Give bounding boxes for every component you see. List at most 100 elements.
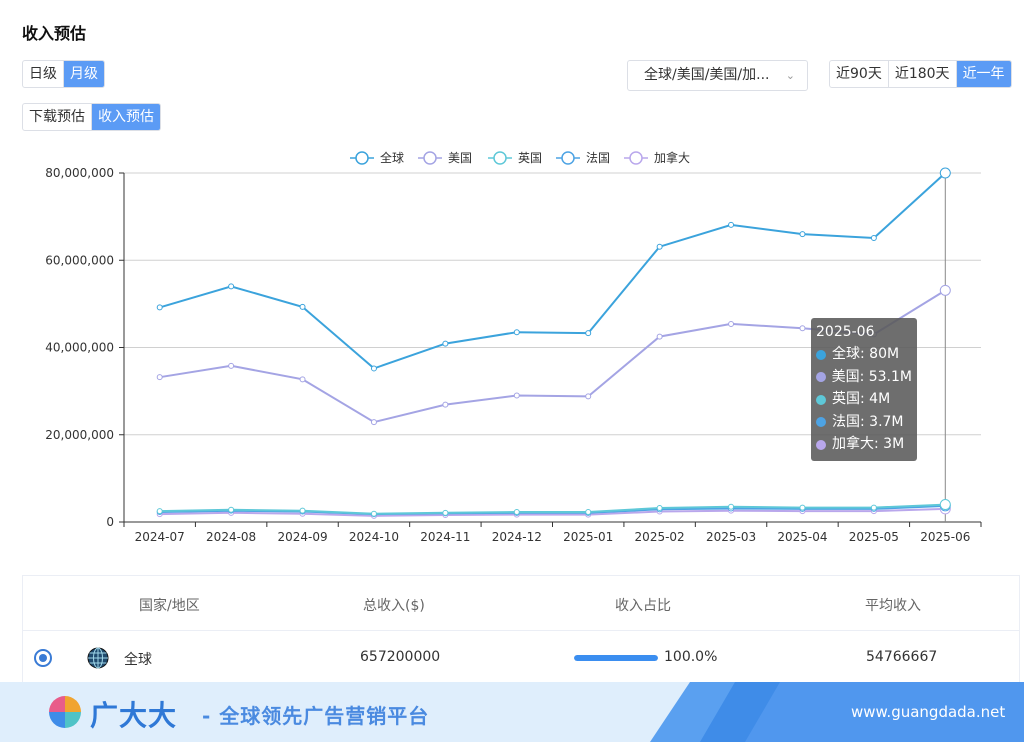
tooltip-row: 法国: 3.7M [816,414,912,431]
region-select-value: 全球/美国/美国/加... [644,67,770,83]
row-revenue-share: 100.0% [664,649,718,665]
y-tick-label: 40,000,000 [45,341,114,355]
data-point [442,509,449,516]
range-90d-button[interactable]: 近90天 [830,61,889,87]
y-tick-label: 80,000,000 [45,166,114,180]
data-point [370,365,377,372]
data-point [299,303,306,310]
data-point [799,325,806,332]
brand-slogan: - 全球领先广告营销平台 [202,704,430,728]
data-point [870,235,877,242]
x-tick-label: 2024-11 [420,530,470,544]
data-point [513,392,520,399]
tooltip-row-label: 全球: 80M [832,346,900,362]
legend-label: 美国 [448,151,472,165]
x-tick-label: 2025-03 [706,530,756,544]
data-point [299,376,306,383]
data-point [228,283,235,290]
tooltip-row-label: 加拿大: 3M [832,436,905,452]
granularity-daily-button[interactable]: 日级 [23,61,64,87]
data-point [656,333,663,340]
chevron-down-icon: ⌄ [785,69,795,82]
download-estimate-tab[interactable]: 下载预估 [23,104,92,130]
data-point [728,320,735,327]
legend-marker [355,151,369,165]
data-point [656,243,663,250]
data-point [585,330,592,337]
chart-tooltip: 2025-06 全球: 80M 美国: 53.1M 英国: 4M 法国: 3.7… [811,318,917,461]
column-header-total-revenue: 总收入($) [363,598,425,614]
data-point [370,419,377,426]
data-point [799,231,806,238]
data-point [299,507,306,514]
range-180d-button[interactable]: 近180天 [889,61,957,87]
data-point [513,329,520,336]
metric-toggle: 下载预估 收入预估 [22,103,161,131]
granularity-toggle: 日级 月级 [22,60,105,88]
tooltip-title: 2025-06 [816,324,875,340]
data-point [870,504,877,511]
x-tick-label: 2024-10 [349,530,399,544]
revenue-share-bar [574,655,658,661]
tooltip-row: 美国: 53.1M [816,369,912,386]
row-average-revenue: 54766667 [866,649,938,665]
x-tick-label: 2025-06 [920,530,970,544]
range-1y-button[interactable]: 近一年 [956,61,1011,87]
data-point [799,504,806,511]
promo-banner[interactable]: 广大大 - 全球领先广告营销平台 www.guangdada.net [0,682,1024,742]
region-select[interactable]: 全球/美国/美国/加... ⌄ [627,60,808,91]
legend-label: 英国 [518,151,542,165]
x-tick-label: 2025-05 [849,530,899,544]
data-point [228,362,235,369]
tooltip-row-label: 法国: 3.7M [832,413,904,430]
legend-label: 法国 [586,151,610,165]
data-point [585,393,592,400]
page-title: 收入预估 [22,24,87,43]
table-row[interactable]: 全球 657200000 100.0% 54766667 [23,631,1019,687]
data-point [656,505,663,512]
x-tick-label: 2024-07 [135,530,185,544]
row-radio-button[interactable] [34,649,52,667]
legend-marker [423,151,437,165]
row-total-revenue: 657200000 [360,649,441,665]
data-point [156,374,163,381]
series-color-dot [816,349,826,360]
legend-label: 全球 [380,150,404,165]
tooltip-row: 英国: 4M [816,391,912,408]
globe-icon [87,647,109,669]
series-color-dot [816,394,826,405]
time-range-toggle: 近90天 近180天 近一年 [829,60,1012,88]
brand-logo-icon [49,696,81,728]
data-point [939,284,951,296]
data-point [156,304,163,311]
x-tick-label: 2024-08 [206,530,256,544]
column-header-country: 国家/地区 [139,598,200,614]
row-country: 全球 [124,652,152,668]
revenue-estimate-tab[interactable]: 收入预估 [92,104,160,130]
data-point [939,167,951,179]
granularity-monthly-button[interactable]: 月级 [64,61,104,87]
tooltip-row: 加拿大: 3M [816,436,912,453]
column-header-revenue-share: 收入占比 [615,598,671,614]
y-tick-label: 60,000,000 [45,253,114,267]
data-point [370,510,377,517]
tooltip-row: 全球: 80M [816,346,912,363]
data-point [513,508,520,515]
legend-marker [629,151,643,165]
column-header-average-revenue: 平均收入 [865,598,921,614]
data-point [442,340,449,347]
data-point [728,221,735,228]
legend-marker [561,151,575,165]
series-color-dot [816,372,826,382]
x-tick-label: 2024-12 [492,530,542,544]
brand-url[interactable]: www.guangdada.net [851,703,1005,721]
x-tick-label: 2024-09 [277,530,327,544]
legend-marker [493,151,507,165]
data-point [228,506,235,513]
tooltip-row-label: 英国: 4M [832,391,891,407]
revenue-share-bar-fill [574,655,658,661]
table-header: 国家/地区 总收入($) 收入占比 平均收入 [23,576,1019,631]
y-tick-label: 20,000,000 [45,428,114,442]
tooltip-row-label: 美国: 53.1M [831,368,912,385]
brand-name: 广大大 [90,699,178,732]
